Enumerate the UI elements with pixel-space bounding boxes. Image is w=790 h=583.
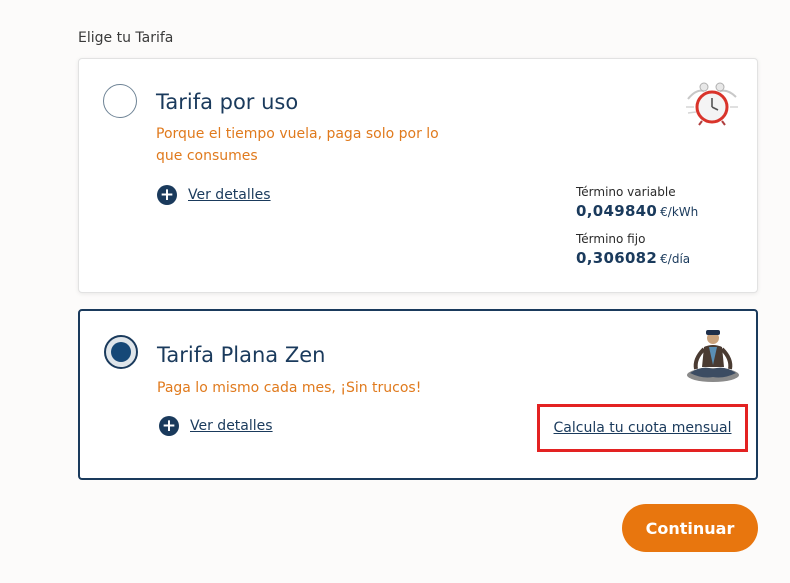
plus-icon: + [159, 416, 179, 436]
price-unit: €/día [660, 252, 691, 266]
tariff-radio-por-uso[interactable] [103, 84, 137, 118]
tariff-title: Tarifa Plana Zen [157, 343, 326, 367]
tariff-title: Tarifa por uso [156, 90, 299, 114]
price-value: 0,306082 [576, 249, 658, 267]
meditating-person-icon [687, 330, 739, 382]
tariff-radio-plana-zen[interactable] [104, 335, 138, 369]
radio-selected-dot [111, 342, 131, 362]
details-link-label: Ver detalles [188, 187, 271, 203]
calculate-quota-link[interactable]: Calcula tu cuota mensual [537, 404, 748, 452]
price-variable: Término variable 0,049840 €/kWh [576, 185, 698, 220]
details-link[interactable]: + Ver detalles [157, 185, 271, 205]
price-fixed: Término fijo 0,306082 €/día [576, 232, 690, 267]
price-label: Término fijo [576, 232, 646, 246]
section-label: Elige tu Tarifa [78, 30, 174, 46]
details-link[interactable]: + Ver detalles [159, 416, 273, 436]
price-unit: €/kWh [660, 205, 699, 219]
continue-button[interactable]: Continuar [622, 504, 758, 552]
plus-icon: + [157, 185, 177, 205]
price-value: 0,049840 [576, 202, 658, 220]
tariff-description: Porque el tiempo vuela, paga solo por lo… [156, 126, 439, 164]
price-label: Término variable [576, 185, 676, 199]
details-link-label: Ver detalles [190, 418, 273, 434]
tariff-description: Paga lo mismo cada mes, ¡Sin trucos! [157, 380, 422, 396]
tariff-card-plana-zen[interactable]: Tarifa Plana Zen Paga lo mismo cada mes,… [78, 309, 758, 480]
alarm-clock-icon [686, 82, 738, 126]
tariff-card-por-uso[interactable]: Tarifa por uso Porque el tiempo vuela, p… [78, 58, 758, 293]
